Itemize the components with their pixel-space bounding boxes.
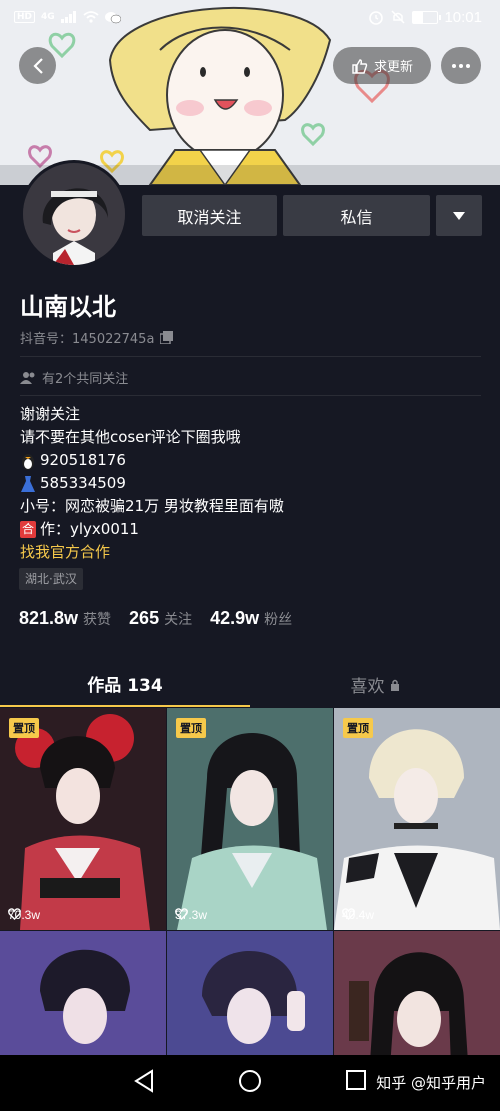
- video-cover-image: [167, 708, 333, 930]
- video-likes: 70.3w: [8, 908, 40, 922]
- status-right: 10:01: [368, 9, 482, 26]
- stat-followers-label: 粉丝: [264, 612, 293, 628]
- bio-link-text: 找我官方合作: [20, 543, 111, 561]
- stat-likes[interactable]: 821.8w 获赞: [19, 608, 111, 629]
- video-thumbnail[interactable]: 置顶 70.3w: [0, 708, 166, 930]
- more-button[interactable]: [441, 47, 481, 84]
- clock: 10:01: [444, 8, 482, 26]
- wifi-icon: [83, 11, 99, 23]
- heart-outline-icon: [342, 908, 355, 920]
- cooperation-tag-icon: 合: [20, 521, 36, 538]
- official-cooperation-link[interactable]: 找我官方合作: [20, 541, 284, 564]
- second-number: 585334509: [40, 474, 126, 492]
- alarm-icon: [369, 11, 384, 25]
- divider: [20, 356, 481, 357]
- bio-line: 谢谢关注: [20, 403, 284, 426]
- people-icon: [20, 372, 35, 384]
- avatar[interactable]: [20, 160, 128, 268]
- copy-icon[interactable]: [160, 331, 174, 344]
- nav-home-icon[interactable]: [238, 1069, 262, 1093]
- thumb-icon: [352, 58, 368, 74]
- chevron-left-icon: [32, 57, 43, 74]
- status-bar: HD 4G 10:01: [0, 0, 500, 34]
- douyin-id: 抖音号：145022745a: [20, 328, 174, 347]
- stat-following-label: 关注: [164, 612, 193, 628]
- request-update-button[interactable]: 求更新: [333, 47, 431, 84]
- mutual-follow[interactable]: 有2个共同关注: [20, 368, 128, 387]
- dress-icon: [21, 475, 35, 492]
- video-cover-image: [0, 708, 166, 930]
- stat-likes-value: 821.8w: [19, 608, 79, 628]
- watermark: 知乎 @知乎用户: [376, 1074, 486, 1092]
- request-update-label: 求更新: [373, 60, 413, 75]
- pinned-badge: 置顶: [176, 718, 206, 738]
- more-dot-icon: [452, 63, 456, 68]
- tab-likes[interactable]: 喜欢: [250, 662, 500, 707]
- pinned-badge: 置顶: [9, 718, 39, 738]
- network-type: 4G: [41, 12, 55, 22]
- bio-text: 谢谢关注: [20, 405, 81, 423]
- bio-line: 920518176: [20, 449, 284, 472]
- heart-outline-icon: [8, 908, 21, 920]
- qq-number: 920518176: [40, 451, 126, 469]
- caret-down-icon: [453, 211, 465, 220]
- signal-icon: [60, 11, 76, 23]
- video-likes: 37.3w: [175, 908, 207, 922]
- video-cover-image: [334, 708, 500, 930]
- status-left: HD 4G: [14, 11, 121, 24]
- profile-actions: 取消关注 私信: [142, 195, 482, 236]
- douyin-id-text: 抖音号：145022745a: [20, 332, 155, 347]
- bio-line: 合 作：ylyx0011: [20, 518, 284, 541]
- avatar-image: [23, 163, 125, 265]
- pinned-badge: 置顶: [343, 718, 373, 738]
- wechat-icon: [104, 11, 121, 23]
- tab-works-label: 作品 134: [87, 676, 163, 696]
- tab-likes-label: 喜欢: [350, 677, 385, 697]
- more-dot-icon: [466, 63, 470, 68]
- location-tag: 湖北·武汉: [19, 568, 83, 590]
- bio-line: 小号：网恋被骗21万 男妆教程里面有嗷: [20, 495, 284, 518]
- profile-name: 山南以北: [20, 293, 116, 321]
- video-thumbnail[interactable]: 置顶 40.4w: [334, 708, 500, 930]
- divider: [20, 395, 481, 396]
- unfollow-button[interactable]: 取消关注: [142, 195, 277, 236]
- more-dot-icon: [459, 63, 463, 68]
- stat-likes-label: 获赞: [83, 612, 112, 628]
- nav-back-icon[interactable]: [133, 1069, 155, 1093]
- heart-outline-icon: [175, 908, 188, 920]
- penguin-icon: [22, 453, 34, 470]
- bio-text: 请不要在其他coser评论下圈我哦: [20, 428, 241, 446]
- profile-stats: 821.8w 获赞 265 关注 42.9w 粉丝: [19, 608, 292, 629]
- content-tabs: 作品 134 喜欢: [0, 662, 500, 707]
- bio: 谢谢关注 请不要在其他coser评论下圈我哦 920518176 5853345…: [20, 403, 284, 564]
- tab-works[interactable]: 作品 134: [0, 662, 250, 707]
- stat-followers[interactable]: 42.9w 粉丝: [210, 608, 292, 629]
- recommend-dropdown-button[interactable]: [436, 195, 482, 236]
- stat-followers-value: 42.9w: [210, 608, 260, 628]
- bio-text: 作：ylyx0011: [40, 520, 139, 538]
- lock-icon: [390, 679, 399, 691]
- stat-following[interactable]: 265 关注: [129, 608, 192, 629]
- video-likes: 40.4w: [342, 908, 374, 922]
- system-nav-bar: 知乎 @知乎用户: [0, 1055, 500, 1111]
- mutual-follow-text: 有2个共同关注: [42, 372, 129, 387]
- hd-icon: HD: [14, 11, 36, 23]
- nav-recent-icon[interactable]: [345, 1069, 367, 1091]
- bio-line: 585334509: [20, 472, 284, 495]
- bio-text: 小号：网恋被骗21万 男妆教程里面有嗷: [20, 497, 284, 515]
- stat-following-value: 265: [129, 608, 160, 628]
- bio-line: 请不要在其他coser评论下圈我哦: [20, 426, 284, 449]
- video-grid: 置顶 70.3w 置顶 37.3w 置顶 40.4w: [0, 708, 500, 1111]
- mute-icon: [391, 10, 405, 24]
- message-button[interactable]: 私信: [283, 195, 430, 236]
- back-button[interactable]: [19, 47, 56, 84]
- battery-icon: [412, 10, 442, 24]
- video-thumbnail[interactable]: 置顶 37.3w: [167, 708, 333, 930]
